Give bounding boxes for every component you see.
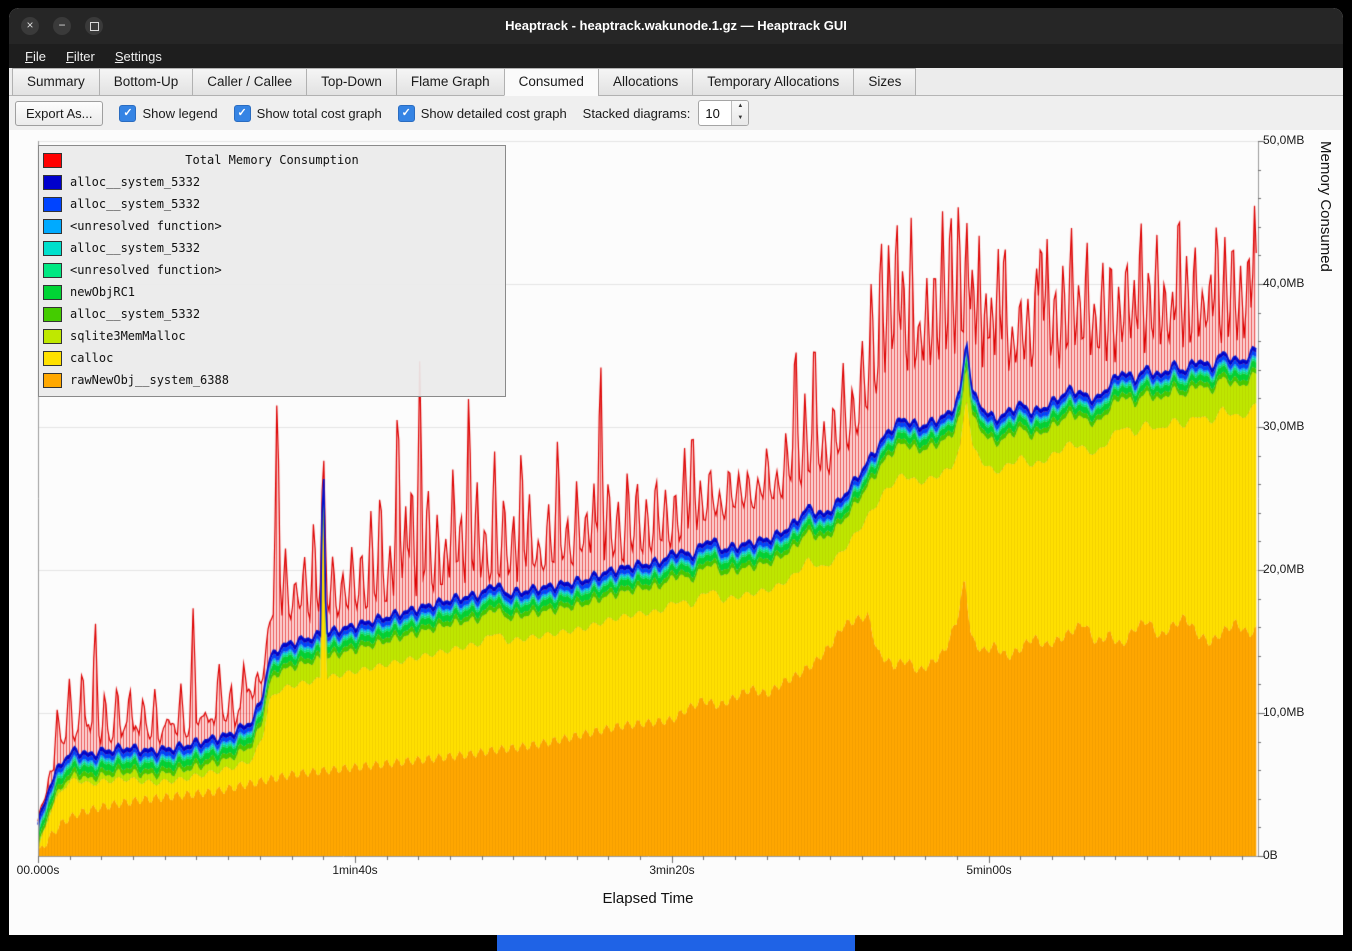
stacked-diagrams-spinbox[interactable]: 10 ▲ ▼ [698,100,749,126]
legend-swatch [43,351,62,366]
legend-item: <unresolved function> [43,259,501,281]
spin-up-icon[interactable]: ▲ [732,101,748,113]
y-axis-title: Memory Consumed [1317,141,1334,856]
y-tick-label: 30,0MB [1263,419,1319,433]
show-total-cost-checkbox[interactable]: ✓ Show total cost graph [234,105,382,122]
legend-item: <unresolved function> [43,215,501,237]
tab-temporary-allocations[interactable]: Temporary Allocations [692,68,853,96]
menu-settings[interactable]: Settings [105,47,172,66]
legend-label: rawNewObj__system_6388 [70,373,229,387]
tab-flame-graph[interactable]: Flame Graph [396,68,504,96]
show-total-cost-label: Show total cost graph [257,106,382,121]
taskbar-accent-strip [497,935,855,951]
legend-item: alloc__system_5332 [43,237,501,259]
tab-bottom-up[interactable]: Bottom-Up [99,68,193,96]
legend-label: alloc__system_5332 [70,197,200,211]
export-as-button[interactable]: Export As... [15,101,103,126]
legend-title-row: Total Memory Consumption [43,149,501,171]
x-axis-title: Elapsed Time [38,890,1258,907]
stacked-diagrams-label: Stacked diagrams: [583,106,691,121]
legend-label: newObjRC1 [70,285,135,299]
menu-file[interactable]: File [15,47,56,66]
checkbox-check-icon: ✓ [119,105,136,122]
menu-filter[interactable]: Filter [56,47,105,66]
legend-swatch [43,329,62,344]
heaptrack-window: × − Heaptrack - heaptrack.wakunode.1.gz … [9,8,1343,935]
checkbox-check-icon: ✓ [398,105,415,122]
spin-down-icon[interactable]: ▼ [732,113,748,125]
y-tick-label: 20,0MB [1263,562,1319,576]
legend-item: sqlite3MemMalloc [43,325,501,347]
y-tick-label: 0B [1263,848,1319,862]
x-tick-label: 1min40s [310,863,400,877]
show-detailed-cost-checkbox[interactable]: ✓ Show detailed cost graph [398,105,567,122]
window-title: Heaptrack - heaptrack.wakunode.1.gz — He… [9,8,1343,44]
show-legend-label: Show legend [142,106,217,121]
legend-swatch [43,197,62,212]
legend-label: <unresolved function> [70,219,222,233]
legend-label: <unresolved function> [70,263,222,277]
show-detailed-cost-label: Show detailed cost graph [421,106,567,121]
x-tick-label: 5min00s [944,863,1034,877]
legend-item: alloc__system_5332 [43,171,501,193]
tab-summary[interactable]: Summary [12,68,99,96]
chart-legend: Total Memory Consumption alloc__system_5… [38,145,506,397]
legend-title: Total Memory Consumption [43,149,501,171]
legend-swatch [43,219,62,234]
tab-caller-callee[interactable]: Caller / Callee [192,68,306,96]
legend-item: newObjRC1 [43,281,501,303]
legend-item: alloc__system_5332 [43,303,501,325]
legend-label: calloc [70,351,113,365]
show-legend-checkbox[interactable]: ✓ Show legend [119,105,217,122]
chart-panel: Total Memory Consumption alloc__system_5… [9,130,1343,935]
tab-allocations[interactable]: Allocations [598,68,692,96]
legend-label: alloc__system_5332 [70,175,200,189]
tab-top-down[interactable]: Top-Down [306,68,396,96]
legend-label: sqlite3MemMalloc [70,329,186,343]
toolbar: Export As... ✓ Show legend ✓ Show total … [9,96,1343,130]
checkbox-check-icon: ✓ [234,105,251,122]
tab-sizes[interactable]: Sizes [853,68,916,96]
legend-swatch [43,241,62,256]
y-tick-label: 10,0MB [1263,705,1319,719]
tab-bar: SummaryBottom-UpCaller / CalleeTop-DownF… [9,68,1343,96]
x-tick-label: 3min20s [627,863,717,877]
y-tick-label: 40,0MB [1263,276,1319,290]
x-tick-label: 00.000s [9,863,83,877]
legend-item: calloc [43,347,501,369]
legend-item: rawNewObj__system_6388 [43,369,501,391]
legend-swatch [43,263,62,278]
legend-swatch [43,175,62,190]
legend-swatch [43,373,62,388]
legend-swatch [43,307,62,322]
legend-label: alloc__system_5332 [70,241,200,255]
menu-bar: File Filter Settings [9,44,1343,68]
legend-item: alloc__system_5332 [43,193,501,215]
title-bar: × − Heaptrack - heaptrack.wakunode.1.gz … [9,8,1343,44]
y-tick-label: 50,0MB [1263,133,1319,147]
legend-swatch [43,285,62,300]
stacked-diagrams-value: 10 [699,101,731,125]
tab-consumed[interactable]: Consumed [504,68,598,96]
legend-label: alloc__system_5332 [70,307,200,321]
